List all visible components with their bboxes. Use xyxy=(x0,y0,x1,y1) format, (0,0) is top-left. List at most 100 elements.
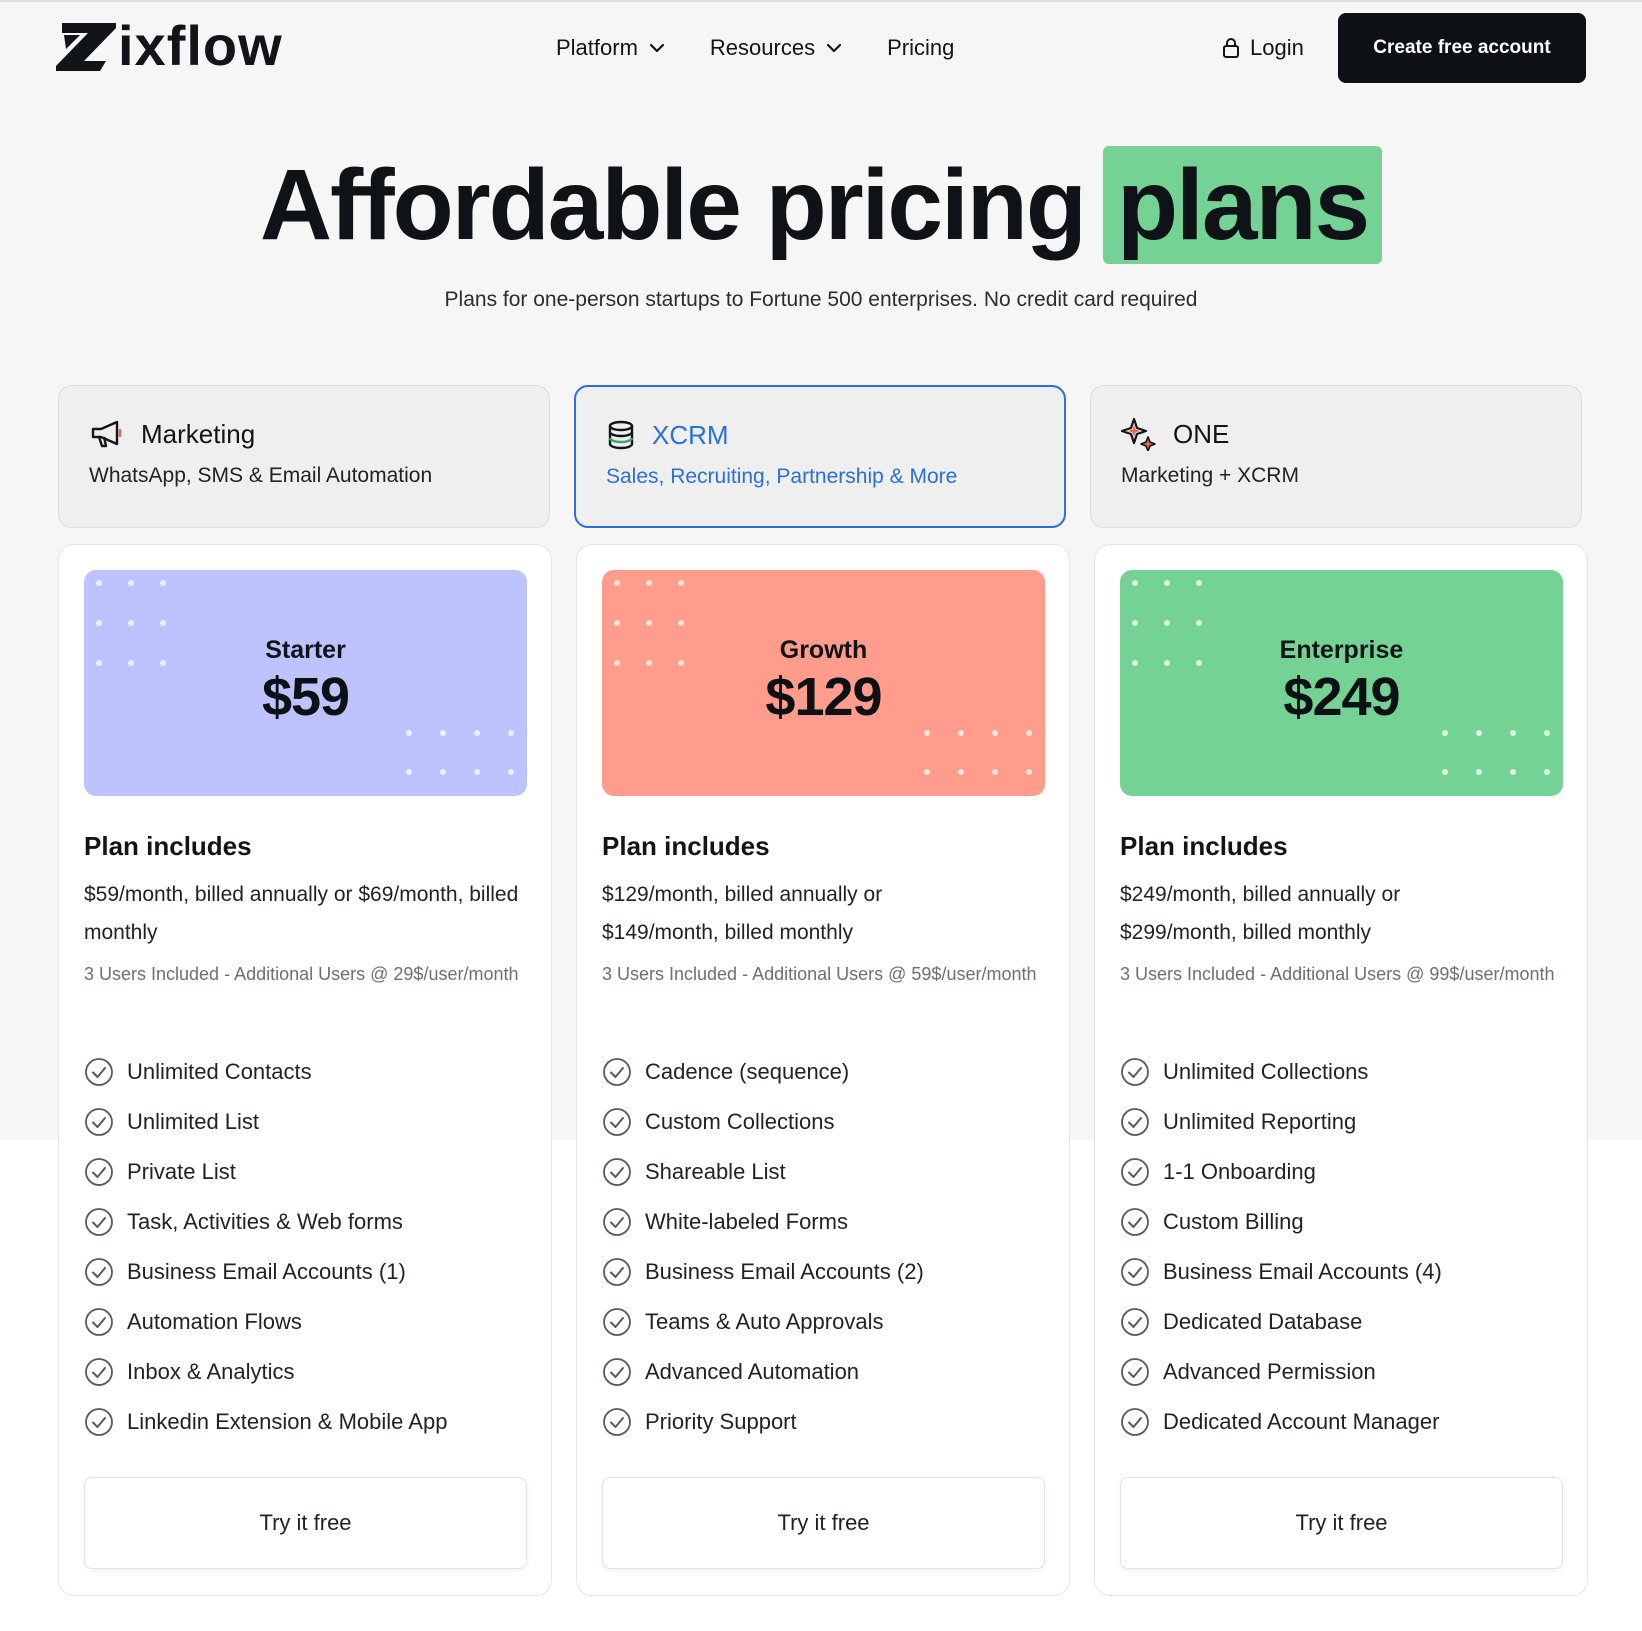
check-circle-icon xyxy=(85,1108,113,1136)
hero-title-main: Affordable pricing xyxy=(259,149,1087,261)
price-box: Growth $129 xyxy=(602,570,1045,796)
decorative-dot xyxy=(1026,769,1032,775)
decorative-dot xyxy=(160,580,166,586)
hero-subtitle: Plans for one-person startups to Fortune… xyxy=(444,288,1198,311)
tab-one-desc: Marketing + XCRM xyxy=(1121,464,1299,487)
list-item: 1-1 Onboarding xyxy=(1120,1147,1442,1197)
decorative-dot xyxy=(678,620,684,626)
list-item: Advanced Permission xyxy=(1120,1347,1442,1397)
try-free-button[interactable]: Try it free xyxy=(84,1477,527,1569)
logo-mark-icon xyxy=(56,23,116,71)
decorative-dot xyxy=(508,769,514,775)
list-item: Linkedin Extension & Mobile App xyxy=(84,1397,447,1447)
check-circle-icon xyxy=(1121,1058,1149,1086)
feature-label: Teams & Auto Approvals xyxy=(645,1309,884,1334)
tier-name: Enterprise xyxy=(1279,636,1404,664)
sparkle-icon xyxy=(1121,417,1156,451)
decorative-dot xyxy=(1476,769,1482,775)
list-item: Shareable List xyxy=(602,1147,924,1197)
check-circle-icon xyxy=(1121,1358,1149,1386)
decorative-dot xyxy=(1544,769,1550,775)
try-free-button[interactable]: Try it free xyxy=(602,1477,1045,1569)
nav-pricing[interactable]: Pricing xyxy=(887,30,954,66)
list-item: Unlimited Reporting xyxy=(1120,1097,1442,1147)
feature-label: Task, Activities & Web forms xyxy=(127,1209,403,1234)
lock-icon xyxy=(1223,38,1239,58)
feature-label: Business Email Accounts (4) xyxy=(1163,1259,1442,1284)
decorative-dot xyxy=(508,730,514,736)
check-circle-icon xyxy=(85,1358,113,1386)
logo-text: ixflow xyxy=(118,14,283,77)
users-text: 3 Users Included - Additional Users @ 99… xyxy=(1120,964,1555,984)
feature-label: Unlimited Reporting xyxy=(1163,1109,1357,1134)
nav-resources[interactable]: Resources xyxy=(710,30,843,66)
list-item: Private List xyxy=(84,1147,447,1197)
tab-one[interactable]: ONE Marketing + XCRM xyxy=(1090,385,1582,528)
tab-marketing[interactable]: Marketing WhatsApp, SMS & Email Automati… xyxy=(58,385,550,528)
decorative-dot xyxy=(1544,730,1550,736)
decorative-dot xyxy=(406,769,412,775)
check-circle-icon xyxy=(1121,1308,1149,1336)
billing-text: $129/month, billed annually or $149/mont… xyxy=(602,883,883,944)
create-account-button[interactable]: Create free account xyxy=(1338,13,1586,83)
check-circle-icon xyxy=(1121,1208,1149,1236)
check-circle-icon xyxy=(603,1408,631,1436)
check-circle-icon xyxy=(85,1058,113,1086)
list-item: Dedicated Database xyxy=(1120,1297,1442,1347)
check-circle-icon xyxy=(1121,1108,1149,1136)
tab-xcrm[interactable]: XCRM Sales, Recruiting, Partnership & Mo… xyxy=(574,385,1066,528)
chevron-down-icon xyxy=(826,43,842,53)
nav-resources-label: Resources xyxy=(709,35,816,60)
logo[interactable]: ixflow xyxy=(56,18,283,74)
decorative-dot xyxy=(614,580,620,586)
nav-pricing-label: Pricing xyxy=(887,35,955,60)
list-item: Advanced Automation xyxy=(602,1347,924,1397)
plan-card-starter: Starter $59 Plan includes $59/month, bil… xyxy=(58,544,552,1596)
list-item: Inbox & Analytics xyxy=(84,1347,447,1397)
nav-platform[interactable]: Platform xyxy=(556,30,666,66)
users-text: 3 Users Included - Additional Users @ 59… xyxy=(602,964,1037,984)
try-free-button[interactable]: Try it free xyxy=(1120,1477,1563,1569)
check-circle-icon xyxy=(85,1158,113,1186)
feature-label: 1-1 Onboarding xyxy=(1163,1159,1316,1184)
feature-label: Linkedin Extension & Mobile App xyxy=(127,1409,448,1434)
product-tabs: Marketing WhatsApp, SMS & Email Automati… xyxy=(58,385,1582,528)
decorative-dot xyxy=(128,580,134,586)
list-item: Business Email Accounts (2) xyxy=(602,1247,924,1297)
tab-xcrm-name: XCRM xyxy=(652,419,729,450)
hero-heading: Affordable pricing plans xyxy=(0,146,1642,264)
feature-label: Cadence (sequence) xyxy=(645,1059,850,1084)
decorative-dot xyxy=(646,580,652,586)
list-item: Unlimited Contacts xyxy=(84,1047,447,1097)
list-item: Unlimited List xyxy=(84,1097,447,1147)
feature-label: Custom Billing xyxy=(1163,1209,1304,1234)
feature-label: Dedicated Account Manager xyxy=(1163,1409,1440,1434)
list-item: Priority Support xyxy=(602,1397,924,1447)
feature-label: Custom Collections xyxy=(645,1109,835,1134)
hero-title-highlight: plans xyxy=(1102,146,1383,264)
feature-label: Inbox & Analytics xyxy=(127,1359,295,1384)
tier-price: $249 xyxy=(1283,667,1400,727)
decorative-dot xyxy=(1196,620,1202,626)
login-link[interactable]: Login xyxy=(1222,30,1304,66)
tab-one-name: ONE xyxy=(1173,418,1230,449)
main-nav: Platform Resources Pricing xyxy=(556,30,954,66)
tier-price: $129 xyxy=(765,667,882,727)
decorative-dot xyxy=(96,580,102,586)
feature-label: Automation Flows xyxy=(127,1309,302,1334)
tier-name: Starter xyxy=(265,636,346,664)
decorative-dot xyxy=(96,620,102,626)
check-circle-icon xyxy=(1121,1258,1149,1286)
decorative-dot xyxy=(1510,730,1516,736)
check-circle-icon xyxy=(603,1308,631,1336)
site-header: ixflow Platform Resources Pricing Login … xyxy=(0,0,1642,96)
price-box: Enterprise $249 xyxy=(1120,570,1563,796)
list-item: White-labeled Forms xyxy=(602,1197,924,1247)
list-item: Teams & Auto Approvals xyxy=(602,1297,924,1347)
check-circle-icon xyxy=(603,1258,631,1286)
feature-label: Business Email Accounts (1) xyxy=(127,1259,406,1284)
feature-label: White-labeled Forms xyxy=(645,1209,848,1234)
decorative-dot xyxy=(1132,580,1138,586)
feature-list: Unlimited Contacts Unlimited List Privat… xyxy=(84,1047,447,1447)
list-item: Automation Flows xyxy=(84,1297,447,1347)
